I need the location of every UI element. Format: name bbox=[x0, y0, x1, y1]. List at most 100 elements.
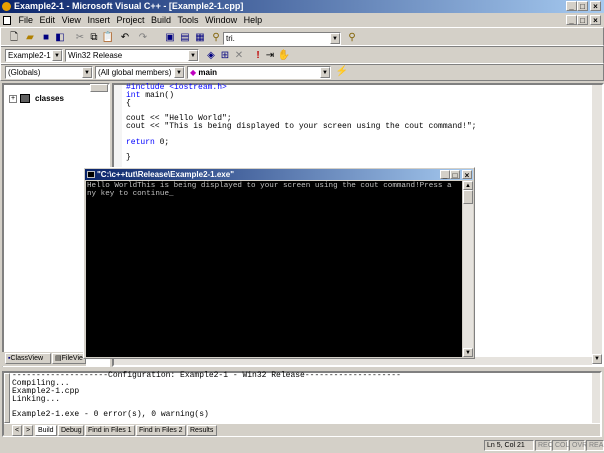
chevron-down-icon[interactable]: ▼ bbox=[330, 33, 340, 44]
doc-maximize-button[interactable]: □ bbox=[577, 15, 588, 25]
breakpoint-icon[interactable]: ✋ bbox=[277, 49, 291, 63]
window-list-icon[interactable]: ▦ bbox=[193, 31, 207, 45]
menu-help[interactable]: Help bbox=[242, 13, 265, 27]
compile-icon[interactable]: ◈ bbox=[204, 49, 218, 63]
console-title: "C:\c++tut\Release\Example2-1.exe" bbox=[97, 170, 234, 179]
document-icon bbox=[3, 16, 11, 25]
menu-view[interactable]: View bbox=[60, 13, 83, 27]
title-bar: Example2-1 - Microsoft Visual C++ - [Exa… bbox=[0, 0, 604, 13]
code-line: } bbox=[126, 153, 131, 162]
new-file-icon[interactable]: 🗋 bbox=[7, 31, 21, 45]
app-icon bbox=[2, 2, 11, 11]
code-line: int main() bbox=[126, 91, 175, 100]
fileview-icon: ▤ bbox=[55, 355, 62, 362]
copy-icon[interactable]: ⧉ bbox=[87, 31, 101, 45]
chevron-down-icon[interactable]: ▼ bbox=[82, 67, 92, 78]
save-all-icon[interactable]: ◧ bbox=[53, 31, 67, 45]
maximize-button[interactable]: □ bbox=[577, 1, 588, 11]
scroll-down-button[interactable]: ▼ bbox=[463, 348, 473, 357]
tab-fileview[interactable]: ▤FileVie bbox=[52, 353, 86, 364]
scope-value: (Globals) bbox=[8, 68, 41, 77]
workspace-icon[interactable]: ▣ bbox=[163, 31, 177, 45]
find-in-files-icon[interactable]: ⚲ bbox=[209, 31, 223, 45]
wizard-action-icon[interactable]: ⚡ bbox=[335, 65, 349, 79]
doc-close-button[interactable]: × bbox=[590, 15, 601, 25]
menu-insert[interactable]: Insert bbox=[85, 13, 112, 27]
scroll-down-button[interactable]: ▼ bbox=[592, 354, 602, 364]
config-value: Win32 Release bbox=[68, 51, 123, 60]
output-line: Example2-1.exe - 0 error(s), 0 warning(s… bbox=[12, 410, 209, 419]
redo-icon[interactable]: ↷ bbox=[136, 31, 150, 45]
code-line: cout << "This is being displayed to your… bbox=[126, 122, 477, 131]
save-icon[interactable]: ■ bbox=[39, 31, 53, 45]
paste-icon[interactable]: 📋 bbox=[101, 31, 115, 45]
standard-toolbar: 🗋 ▰ ■ ◧ ✂ ⧉ 📋 ↶ ↷ ▣ ▤ ▦ ⚲ tri. ▼ ⚲ bbox=[0, 27, 604, 47]
tab-find-in-files-2[interactable]: Find in Files 2 bbox=[136, 425, 186, 436]
find-value: tri. bbox=[226, 34, 235, 43]
console-screen[interactable] bbox=[86, 181, 462, 357]
tab-scroll-right[interactable]: > bbox=[23, 425, 33, 436]
console-minimize-button[interactable]: _ bbox=[440, 170, 450, 180]
doc-minimize-button[interactable]: _ bbox=[566, 15, 577, 25]
workspace-gripper[interactable] bbox=[90, 84, 108, 92]
col-indicator: COL bbox=[552, 440, 569, 451]
open-folder-icon[interactable]: ▰ bbox=[23, 31, 37, 45]
console-icon bbox=[87, 171, 95, 178]
code-line: return 0; bbox=[126, 138, 170, 147]
rec-indicator: REC bbox=[535, 440, 553, 451]
project-value: Example2-1 bbox=[8, 51, 51, 60]
menu-project[interactable]: Project bbox=[114, 13, 146, 27]
console-maximize-button[interactable]: □ bbox=[450, 170, 460, 180]
function-combo[interactable]: ◆ main ▼ bbox=[187, 66, 331, 79]
menu-window[interactable]: Window bbox=[203, 13, 239, 27]
output-gripper[interactable] bbox=[4, 373, 10, 423]
tree-expand-icon[interactable]: + bbox=[9, 95, 17, 103]
ovr-indicator: OVR bbox=[569, 440, 587, 451]
build-icon[interactable]: ⊞ bbox=[218, 49, 232, 63]
scroll-up-button[interactable]: ▲ bbox=[463, 181, 473, 190]
tab-find-in-files-1[interactable]: Find in Files 1 bbox=[85, 425, 135, 436]
code-line: { bbox=[126, 99, 131, 108]
chevron-down-icon[interactable]: ▼ bbox=[188, 50, 198, 61]
console-vscroll[interactable] bbox=[463, 181, 473, 357]
undo-icon[interactable]: ↶ bbox=[118, 31, 132, 45]
menu-build[interactable]: Build bbox=[149, 13, 173, 27]
console-close-button[interactable]: × bbox=[462, 170, 472, 180]
tab-scroll-left[interactable]: < bbox=[12, 425, 22, 436]
editor-vscroll[interactable] bbox=[592, 85, 602, 363]
chevron-down-icon[interactable]: ▼ bbox=[320, 67, 330, 78]
scroll-thumb[interactable] bbox=[463, 190, 473, 204]
scope-combo[interactable]: (Globals) ▼ bbox=[5, 66, 93, 79]
text-cursor: _ bbox=[169, 190, 174, 198]
tab-build[interactable]: Build bbox=[35, 425, 57, 436]
config-combo[interactable]: Win32 Release ▼ bbox=[65, 49, 199, 62]
cut-icon[interactable]: ✂ bbox=[73, 31, 87, 45]
chevron-down-icon[interactable]: ▼ bbox=[174, 67, 184, 78]
tab-results[interactable]: Results bbox=[187, 425, 217, 436]
members-combo[interactable]: (All global members) ▼ bbox=[95, 66, 185, 79]
output-window-icon[interactable]: ▤ bbox=[178, 31, 192, 45]
tab-debug[interactable]: Debug bbox=[58, 425, 84, 436]
menu-file[interactable]: File bbox=[17, 13, 36, 27]
build-toolbar: Example2-1 ▼ Win32 Release ▼ ◈ ⊞ ✕ ! ⇥ ✋ bbox=[0, 45, 604, 65]
output-vscroll[interactable] bbox=[592, 373, 600, 423]
tab-classview[interactable]: ▪ClassView bbox=[5, 353, 51, 364]
project-combo[interactable]: Example2-1 ▼ bbox=[5, 49, 63, 62]
minimize-button[interactable]: _ bbox=[566, 1, 577, 11]
find-combo[interactable]: tri. ▼ bbox=[223, 32, 341, 45]
wizard-bar: (Globals) ▼ (All global members) ▼ ◆ mai… bbox=[0, 63, 604, 81]
menu-edit[interactable]: Edit bbox=[38, 13, 58, 27]
class-icon bbox=[20, 94, 30, 103]
tree-root-label[interactable]: classes bbox=[35, 94, 64, 103]
cursor-position: Ln 5, Col 21 bbox=[484, 440, 534, 451]
close-button[interactable]: × bbox=[590, 1, 601, 11]
console-title-bar: "C:\c++tut\Release\Example2-1.exe" bbox=[85, 169, 473, 180]
stop-build-icon[interactable]: ✕ bbox=[232, 49, 246, 63]
window-title: Example2-1 - Microsoft Visual C++ - [Exa… bbox=[14, 1, 244, 11]
go-icon[interactable]: ⇥ bbox=[263, 49, 277, 63]
find-icon[interactable]: ⚲ bbox=[345, 31, 359, 45]
chevron-down-icon[interactable]: ▼ bbox=[52, 50, 62, 61]
console-output-line: ny key to continue_ bbox=[87, 190, 174, 198]
function-value: main bbox=[198, 68, 218, 77]
menu-tools[interactable]: Tools bbox=[176, 13, 201, 27]
